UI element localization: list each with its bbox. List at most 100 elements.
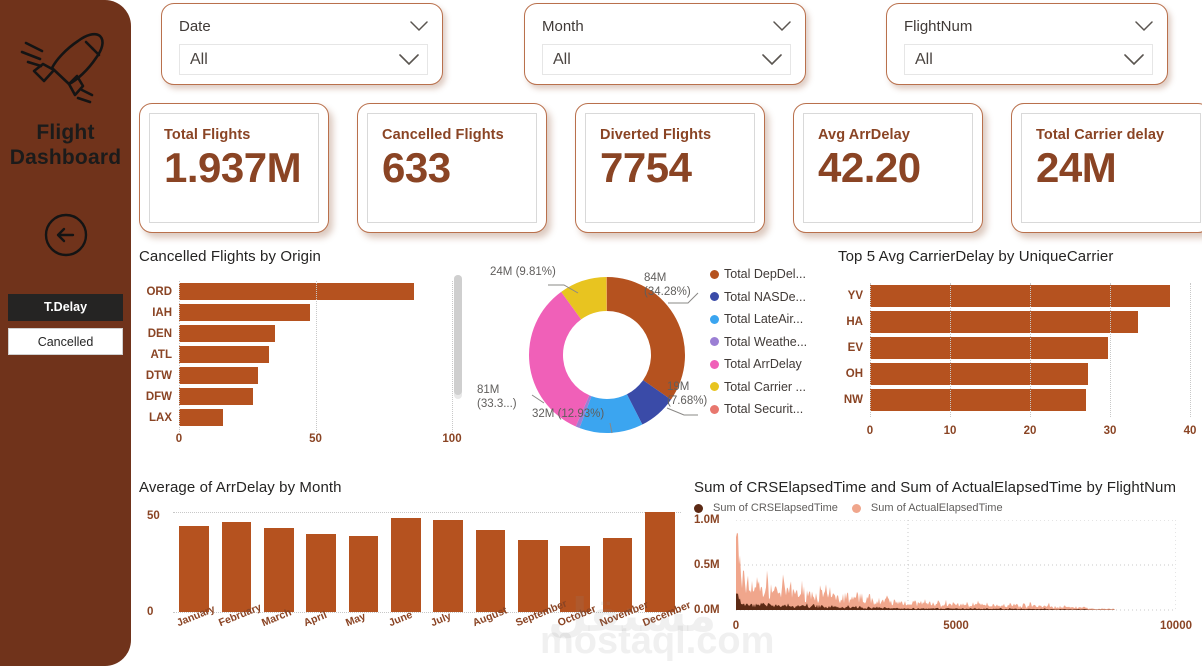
column-bar[interactable] <box>645 512 675 612</box>
bar[interactable] <box>870 363 1088 385</box>
bar[interactable] <box>870 311 1138 333</box>
area-series-actual[interactable] <box>736 532 1176 610</box>
bar-row[interactable]: HA <box>838 309 1198 335</box>
chart-title: Top 5 Avg CarrierDelay by UniqueCarrier <box>838 248 1114 265</box>
chevron-down-icon[interactable] <box>410 20 428 32</box>
donut-data-label: 24M (9.81%) <box>490 266 556 278</box>
kpi-card-cancelled-flights[interactable]: Cancelled Flights 633 <box>357 103 547 233</box>
y-tick-label: 0 <box>147 606 154 618</box>
scrollbar-thumb[interactable] <box>454 275 462 395</box>
bar-row[interactable]: DFW <box>139 386 469 407</box>
x-tick-label: June <box>386 608 414 630</box>
legend-item[interactable]: Sum of ActualElapsedTime <box>851 502 1003 514</box>
x-tick-label: 10 <box>943 425 957 437</box>
bar[interactable] <box>179 283 414 300</box>
legend-item[interactable]: Sum of CRSElapsedTime <box>694 502 838 514</box>
airplane-icon <box>20 32 104 104</box>
donut-legend[interactable]: Total DepDel... Total NASDe... Total LateA… <box>710 267 807 425</box>
column-bar[interactable] <box>264 528 294 612</box>
bar-category-label: HA <box>846 316 863 328</box>
bar-plot-area: YV HA EV OH NW <box>838 283 1198 423</box>
bar-row[interactable]: EV <box>838 335 1198 361</box>
column-bar[interactable] <box>518 540 548 612</box>
legend-item[interactable]: Total LateAir... <box>710 312 807 326</box>
slicer-month[interactable]: Month All <box>524 3 806 85</box>
area-plot-area <box>736 520 1176 611</box>
bar[interactable] <box>870 389 1086 411</box>
chevron-down-icon[interactable] <box>1135 20 1153 32</box>
bar-row[interactable]: DEN <box>139 323 469 344</box>
bar[interactable] <box>870 337 1109 359</box>
nav-button-tdelay[interactable]: T.Delay <box>8 294 123 322</box>
dashboard-page: Flight Dashboard T.Delay Cancelled Date … <box>0 0 1202 666</box>
bar[interactable] <box>870 285 1170 307</box>
chart-cancelled-flights-by-origin[interactable]: Cancelled Flights by Origin ORD IAH DEN ATL… <box>139 248 469 453</box>
slicer-date-dropdown[interactable]: All <box>179 44 428 75</box>
brand-line-1: Flight <box>36 121 95 144</box>
bar-category-label: EV <box>847 342 863 354</box>
gridline <box>1030 283 1031 417</box>
bar[interactable] <box>179 367 259 384</box>
bar-row[interactable]: ATL <box>139 344 469 365</box>
chevron-down-icon[interactable] <box>762 53 782 66</box>
legend-item[interactable]: Total Carrier ... <box>710 380 807 394</box>
column-bar[interactable] <box>179 526 209 612</box>
y-tick-label: 50 <box>147 510 160 522</box>
bar-row[interactable]: LAX <box>139 407 469 428</box>
kpi-card-total-flights[interactable]: Total Flights 1.937M <box>139 103 329 233</box>
sidebar: Flight Dashboard T.Delay Cancelled <box>0 0 131 666</box>
bar-row[interactable]: ORD <box>139 281 469 302</box>
column-bar[interactable] <box>433 520 463 612</box>
legend-label: Total DepDel... <box>724 267 806 281</box>
legend-color-dot <box>710 382 719 391</box>
column-bar[interactable] <box>475 530 506 612</box>
page-title: Flight Dashboard <box>10 120 122 170</box>
chart-avg-arrdelay-by-month[interactable]: Average of ArrDelay by Month January Febr… <box>139 479 692 664</box>
bar-row[interactable]: DTW <box>139 365 469 386</box>
column-bar[interactable] <box>221 522 252 612</box>
column-bar[interactable] <box>306 534 336 612</box>
legend-label: Total NASDe... <box>724 289 806 304</box>
column-bar[interactable] <box>348 536 379 612</box>
slicer-date[interactable]: Date All <box>161 3 443 85</box>
chevron-down-icon[interactable] <box>773 20 791 32</box>
bar[interactable] <box>179 304 311 321</box>
bar-row[interactable]: NW <box>838 387 1198 413</box>
bar-category-label: DFW <box>145 390 172 403</box>
kpi-card-diverted-flights[interactable]: Diverted Flights 7754 <box>575 103 765 233</box>
legend-color-dot <box>710 404 719 414</box>
gridline <box>1110 283 1111 417</box>
legend-item[interactable]: Total ArrDelay <box>710 357 807 371</box>
area-legend[interactable]: Sum of CRSElapsedTime Sum of ActualElapse… <box>694 502 1202 514</box>
bar-row[interactable]: OH <box>838 361 1198 387</box>
kpi-label: Total Carrier delay <box>1036 127 1165 143</box>
legend-item[interactable]: Total NASDe... <box>710 290 807 304</box>
legend-item[interactable]: Total Weathe... <box>710 335 807 349</box>
bar-row[interactable]: IAH <box>139 302 469 323</box>
chart-elapsed-time-by-flightnum[interactable]: Sum of CRSElapsedTime and Sum of ActualE… <box>694 479 1202 664</box>
chevron-down-icon[interactable] <box>1124 53 1144 66</box>
back-arrow-icon[interactable] <box>43 212 89 258</box>
column-bar[interactable] <box>391 518 421 612</box>
bar[interactable] <box>179 346 270 363</box>
donut-data-label: 19M (7.68%) <box>667 381 708 408</box>
slicer-flightnum-dropdown[interactable]: All <box>904 44 1153 75</box>
chart-delay-breakdown-donut[interactable]: 84M (34.28%) 19M (7.68%) 32M (12.93%) 81M (33.… <box>472 255 827 455</box>
chevron-down-icon[interactable] <box>399 53 419 66</box>
kpi-card-avg-arrdelay[interactable]: Avg ArrDelay 42.20 <box>793 103 983 233</box>
legend-item[interactable]: Total DepDel... <box>710 267 807 281</box>
slicer-month-dropdown[interactable]: All <box>542 44 791 75</box>
bar[interactable] <box>179 325 275 342</box>
kpi-card-total-carrier-delay[interactable]: Total Carrier delay 24M <box>1011 103 1202 233</box>
x-tick-label: 0 <box>732 620 740 632</box>
vertical-scrollbar[interactable] <box>454 275 462 399</box>
bar[interactable] <box>179 388 253 405</box>
bar-row[interactable]: YV <box>838 283 1198 309</box>
legend-color-dot <box>710 292 719 301</box>
bar[interactable] <box>179 409 223 426</box>
column-bar[interactable] <box>602 538 633 612</box>
legend-item[interactable]: Total Securit... <box>710 402 807 416</box>
slicer-flightnum[interactable]: FlightNum All <box>886 3 1168 85</box>
chart-top5-carrier-delay[interactable]: Top 5 Avg CarrierDelay by UniqueCarrier … <box>838 248 1198 453</box>
nav-button-cancelled[interactable]: Cancelled <box>8 328 123 356</box>
